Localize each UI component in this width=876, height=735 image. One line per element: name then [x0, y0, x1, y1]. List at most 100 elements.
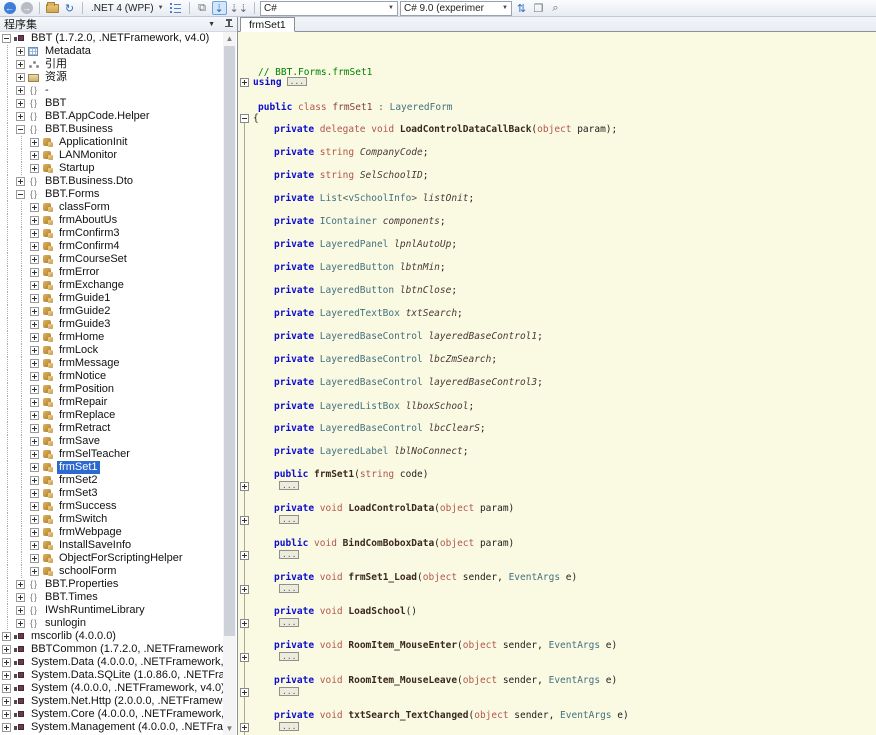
- tree-row[interactable]: System.Core (4.0.0.0, .NETFramework, v: [0, 708, 223, 721]
- tree-row[interactable]: frmSave: [0, 435, 223, 448]
- collapsed-body-box[interactable]: ...: [279, 722, 299, 731]
- collapsed-body-box[interactable]: ...: [279, 550, 299, 559]
- tree-row[interactable]: frmPosition: [0, 383, 223, 396]
- expand-expander-icon[interactable]: [30, 268, 39, 277]
- expand-expander-icon[interactable]: [30, 372, 39, 381]
- tree-row[interactable]: frmRetract: [0, 422, 223, 435]
- open-new-tab-icon[interactable]: ❐: [531, 1, 546, 15]
- expand-expander-icon[interactable]: [16, 580, 25, 589]
- tree-row[interactable]: frmSet2: [0, 474, 223, 487]
- tree-row[interactable]: frmReplace: [0, 409, 223, 422]
- expand-expander-icon[interactable]: [16, 47, 25, 56]
- show-all-members-icon[interactable]: ⇣⇣: [229, 1, 249, 15]
- tree-row[interactable]: classForm: [0, 201, 223, 214]
- expand-expander-icon[interactable]: [16, 112, 25, 121]
- expand-expander-icon[interactable]: [30, 333, 39, 342]
- expand-expander-icon[interactable]: [30, 515, 39, 524]
- fold-expand-icon[interactable]: [240, 688, 249, 697]
- tree-row[interactable]: frmSuccess: [0, 500, 223, 513]
- expand-expander-icon[interactable]: [30, 346, 39, 355]
- expand-expander-icon[interactable]: [30, 437, 39, 446]
- tree-row[interactable]: frmMessage: [0, 357, 223, 370]
- scroll-up-icon[interactable]: ▲: [223, 32, 236, 45]
- tree-row[interactable]: InstallSaveInfo: [0, 539, 223, 552]
- tree-row[interactable]: ApplicationInit: [0, 136, 223, 149]
- fold-expand-icon[interactable]: [240, 551, 249, 560]
- tree-row[interactable]: LANMonitor: [0, 149, 223, 162]
- sort-assemblies-icon[interactable]: ⇅: [514, 1, 529, 15]
- expand-expander-icon[interactable]: [30, 216, 39, 225]
- tree-row[interactable]: Metadata: [0, 45, 223, 58]
- expand-expander-icon[interactable]: [30, 294, 39, 303]
- open-file-icon[interactable]: [45, 1, 60, 15]
- forward-icon[interactable]: →: [19, 1, 34, 15]
- tree-row[interactable]: frmConfirm4: [0, 240, 223, 253]
- expand-expander-icon[interactable]: [30, 450, 39, 459]
- tree-row[interactable]: frmExchange: [0, 279, 223, 292]
- expand-expander-icon[interactable]: [2, 723, 11, 732]
- tree-row[interactable]: System (4.0.0.0, .NETFramework, v4.0): [0, 682, 223, 695]
- expand-expander-icon[interactable]: [30, 229, 39, 238]
- expand-expander-icon[interactable]: [16, 593, 25, 602]
- tree-row[interactable]: {}BBT.Business: [0, 123, 223, 136]
- expand-expander-icon[interactable]: [30, 242, 39, 251]
- scroll-thumb[interactable]: [224, 46, 235, 636]
- expand-expander-icon[interactable]: [2, 710, 11, 719]
- tree-scrollbar[interactable]: ▲▼: [223, 32, 236, 735]
- tree-row[interactable]: frmGuide2: [0, 305, 223, 318]
- expand-expander-icon[interactable]: [2, 684, 11, 693]
- search-icon[interactable]: ⌕: [548, 1, 563, 15]
- expand-expander-icon[interactable]: [30, 554, 39, 563]
- fold-expand-icon[interactable]: [240, 516, 249, 525]
- collapsed-body-box[interactable]: ...: [287, 77, 307, 86]
- language-combo[interactable]: C#▼: [260, 1, 398, 16]
- expand-expander-icon[interactable]: [2, 697, 11, 706]
- collapsed-body-box[interactable]: ...: [279, 618, 299, 627]
- tab-frmset1[interactable]: frmSet1: [240, 17, 295, 32]
- tree-row[interactable]: mscorlib (4.0.0.0): [0, 630, 223, 643]
- expand-expander-icon[interactable]: [30, 476, 39, 485]
- expand-expander-icon[interactable]: [30, 307, 39, 316]
- show-internal-members-icon[interactable]: ⇣: [212, 1, 227, 15]
- expand-expander-icon[interactable]: [2, 645, 11, 654]
- collapsed-body-box[interactable]: ...: [279, 515, 299, 524]
- expand-expander-icon[interactable]: [30, 151, 39, 160]
- tree-row[interactable]: 资源: [0, 71, 223, 84]
- fold-expand-icon[interactable]: [240, 619, 249, 628]
- tree-row[interactable]: Startup: [0, 162, 223, 175]
- tree-row[interactable]: {}BBT.Business.Dto: [0, 175, 223, 188]
- tree-row[interactable]: frmSet3: [0, 487, 223, 500]
- expand-expander-icon[interactable]: [16, 86, 25, 95]
- collapse-expander-icon[interactable]: [2, 34, 11, 43]
- expand-expander-icon[interactable]: [30, 463, 39, 472]
- collapsed-body-box[interactable]: ...: [279, 481, 299, 490]
- expand-expander-icon[interactable]: [30, 411, 39, 420]
- expand-expander-icon[interactable]: [30, 255, 39, 264]
- tree-row[interactable]: frmNotice: [0, 370, 223, 383]
- collapse-expander-icon[interactable]: [16, 190, 25, 199]
- expand-expander-icon[interactable]: [16, 73, 25, 82]
- expand-expander-icon[interactable]: [2, 658, 11, 667]
- collapsed-body-box[interactable]: ...: [279, 584, 299, 593]
- tree-row[interactable]: {}BBT.Properties: [0, 578, 223, 591]
- tree-row[interactable]: frmSwitch: [0, 513, 223, 526]
- tree-row[interactable]: {}BBT.AppCode.Helper: [0, 110, 223, 123]
- expand-expander-icon[interactable]: [16, 60, 25, 69]
- expand-expander-icon[interactable]: [30, 398, 39, 407]
- collapsed-body-box[interactable]: ...: [279, 687, 299, 696]
- collapse-expander-icon[interactable]: [16, 125, 25, 134]
- tree-row[interactable]: frmWebpage: [0, 526, 223, 539]
- tree-row[interactable]: BBT (1.7.2.0, .NETFramework, v4.0): [0, 32, 223, 45]
- tree-row[interactable]: schoolForm: [0, 565, 223, 578]
- tree-row[interactable]: {}-: [0, 84, 223, 97]
- tree-row[interactable]: frmHome: [0, 331, 223, 344]
- tree-row[interactable]: System.Data.SQLite (1.0.86.0, .NETFrame: [0, 669, 223, 682]
- expand-expander-icon[interactable]: [30, 489, 39, 498]
- windows-icon[interactable]: ⧉: [195, 1, 210, 15]
- fold-expand-icon[interactable]: [240, 78, 249, 87]
- tree-row[interactable]: ObjectForScriptingHelper: [0, 552, 223, 565]
- expand-expander-icon[interactable]: [30, 541, 39, 550]
- expand-expander-icon[interactable]: [30, 424, 39, 433]
- expand-expander-icon[interactable]: [30, 164, 39, 173]
- tree-row[interactable]: {}BBT: [0, 97, 223, 110]
